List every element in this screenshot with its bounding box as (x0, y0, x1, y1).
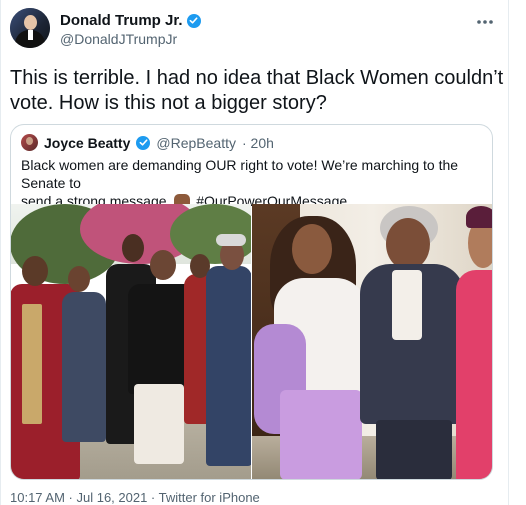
photo-portrait[interactable] (252, 204, 492, 479)
quoted-time-ago[interactable]: · 20h (242, 135, 274, 151)
frame-divider-right (508, 0, 509, 505)
tweet-timestamp[interactable]: 10:17 AM · Jul 16, 2021 · Twitter for iP… (10, 490, 260, 505)
frame-divider-left (0, 0, 1, 505)
quoted-tweet-text: Black women are demanding OUR right to v… (21, 156, 483, 210)
quoted-tweet-card[interactable]: Joyce Beatty @RepBeatty · 20h Black wome… (10, 124, 493, 480)
quoted-author-avatar[interactable] (21, 134, 38, 151)
avatar[interactable] (10, 8, 50, 48)
author-handle[interactable]: @DonaldJTrumpJr (60, 31, 177, 47)
author-display-name[interactable]: Donald Trump Jr. (60, 12, 183, 29)
tweet-header: Donald Trump Jr. @DonaldJTrumpJr (10, 6, 500, 52)
tweet-text: This is terrible. I had no idea that Bla… (10, 67, 504, 114)
quoted-author-name[interactable]: Joyce Beatty (44, 135, 130, 151)
more-horizontal-icon[interactable] (476, 12, 494, 30)
author-name-row: Donald Trump Jr. (60, 12, 201, 29)
verified-badge-icon (186, 13, 201, 28)
quoted-author-handle[interactable]: @RepBeatty (156, 135, 236, 151)
photo-march[interactable] (11, 204, 251, 479)
quoted-text-line1: Black women are demanding OUR right to v… (21, 157, 459, 191)
quoted-verified-badge-icon (136, 135, 151, 150)
quoted-tweet-header: Joyce Beatty @RepBeatty · 20h (21, 134, 274, 151)
